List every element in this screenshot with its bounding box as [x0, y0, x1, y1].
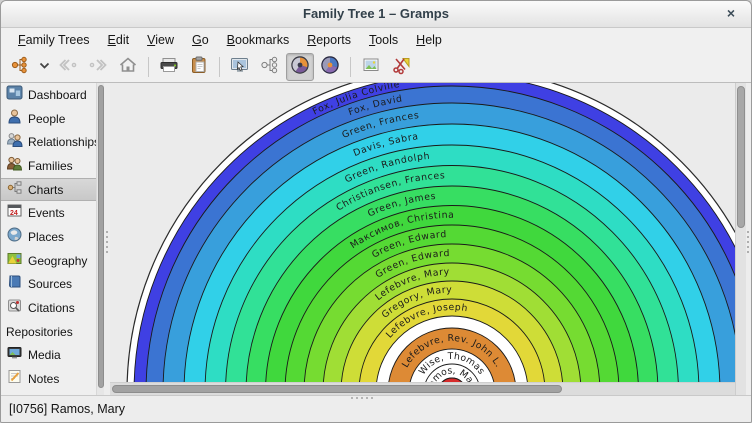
clipboard-button[interactable] [185, 53, 213, 81]
citations-icon [6, 297, 28, 319]
sidebar-item-label: Relationships [28, 135, 96, 149]
svg-text:24: 24 [10, 210, 18, 217]
gramps-window: Family Tree 1 – Gramps × Family TreesEdi… [0, 0, 752, 423]
toolbar-separator [219, 57, 220, 77]
home-button[interactable] [114, 53, 142, 81]
people-icon [6, 108, 28, 130]
statusbar-grip[interactable] [351, 397, 376, 399]
home-icon [118, 55, 138, 80]
sidebar-item-label: Media [28, 348, 61, 362]
events-icon: 24 [6, 202, 28, 224]
sidebar-item-places[interactable]: Places [1, 225, 96, 249]
menu-view[interactable]: View [138, 28, 183, 52]
menu-bookmarks[interactable]: Bookmarks [218, 28, 299, 52]
menu-family-trees[interactable]: Family Trees [9, 28, 99, 52]
sidebar-item-label: Repositories [6, 325, 73, 339]
sidebar-item-geography[interactable]: Geography [1, 249, 96, 273]
image-icon [361, 55, 381, 80]
menu-edit[interactable]: Edit [99, 28, 139, 52]
sidebar-item-label: People [28, 112, 65, 126]
menu-reports[interactable]: Reports [298, 28, 360, 52]
sources-icon [6, 273, 28, 295]
splitter-grip[interactable] [106, 231, 108, 256]
menu-go[interactable]: Go [183, 28, 218, 52]
nav-back-icon [58, 55, 78, 80]
sidebar-item-citations[interactable]: Citations [1, 296, 96, 320]
horizontal-scrollbar-thumb[interactable] [112, 385, 562, 393]
right-splitter-grip[interactable] [747, 231, 749, 256]
sidebar-item-charts[interactable]: Charts [1, 178, 96, 202]
notes-icon [6, 368, 28, 390]
sidebar-item-families[interactable]: Families [1, 154, 96, 178]
sidebar-item-repositories[interactable]: Repositories [1, 320, 96, 344]
toolbar [1, 52, 751, 83]
charts-icon [6, 179, 28, 201]
relationships-icon [6, 131, 28, 153]
cut-button[interactable] [387, 53, 415, 81]
pedigree-view-icon [259, 55, 281, 80]
sidebar-item-label: Citations [28, 301, 75, 315]
vertical-scrollbar-thumb[interactable] [737, 86, 745, 228]
sidebar-item-events[interactable]: 24 Events [1, 201, 96, 225]
pedigree-view-button[interactable] [256, 53, 284, 81]
nav-forward-icon [88, 55, 108, 80]
dashboard-icon [6, 84, 28, 106]
gramps-tree-icon [10, 55, 30, 80]
fan-chart-canvas[interactable]: Ramos, MaryWise, ThomasLefebvre, Rev. Jo… [110, 83, 735, 382]
sidebar-item-label: Dashboard [28, 88, 87, 102]
media-icon [6, 344, 28, 366]
sidebar-item-people[interactable]: People [1, 107, 96, 131]
toolbar-separator [350, 57, 351, 77]
sidebar-item-label: Charts [28, 183, 63, 197]
fan-chart-svg: Ramos, MaryWise, ThomasLefebvre, Rev. Jo… [110, 83, 735, 382]
sidebar-item-sources[interactable]: Sources [1, 273, 96, 297]
titlebar: Family Tree 1 – Gramps × [1, 1, 751, 28]
print-button[interactable] [155, 53, 183, 81]
menu-tools[interactable]: Tools [360, 28, 407, 52]
menu-help[interactable]: Help [407, 28, 451, 52]
forward-button[interactable] [84, 53, 112, 81]
sidebar-item-label: Events [28, 206, 65, 220]
cut-icon [391, 55, 411, 80]
sidebar-item-label: Geography [28, 254, 87, 268]
sidebar-scrollbar-thumb[interactable] [98, 85, 104, 388]
sidebar-item-notes[interactable]: Notes [1, 367, 96, 391]
back-button[interactable] [54, 53, 82, 81]
category-sidebar: Dashboard People Relationships Families … [1, 83, 96, 395]
geography-icon [6, 250, 28, 272]
sidebar-item-label: Places [28, 230, 64, 244]
view-config-icon [229, 55, 251, 80]
fanchart-full-view-icon [320, 55, 340, 80]
families-icon [6, 155, 28, 177]
horizontal-scrollbar[interactable] [110, 382, 735, 395]
status-active-person: [I0756] Ramos, Mary [9, 402, 125, 416]
sidebar-item-dashboard[interactable]: Dashboard [1, 83, 96, 107]
family-trees-button[interactable] [6, 53, 34, 81]
close-button[interactable]: × [719, 1, 743, 27]
menubar: Family TreesEditViewGoBookmarksReportsTo… [1, 28, 751, 52]
sidebar-item-label: Notes [28, 372, 59, 386]
sidebar-item-media[interactable]: Media [1, 344, 96, 368]
clipboard-icon [189, 55, 209, 80]
vertical-scrollbar[interactable] [735, 83, 746, 395]
window-title: Family Tree 1 – Gramps [1, 1, 751, 27]
fanchart-view-icon [290, 55, 310, 80]
family-trees-dropdown[interactable] [36, 53, 52, 81]
places-icon [6, 226, 28, 248]
chart-column: Ramos, MaryWise, ThomasLefebvre, Rev. Jo… [110, 83, 735, 395]
sidebar-item-relationships[interactable]: Relationships [1, 130, 96, 154]
main-body: Dashboard People Relationships Families … [1, 83, 751, 395]
right-sidebar-splitter[interactable] [746, 83, 751, 395]
media-button[interactable] [357, 53, 385, 81]
fanchart-view-button[interactable] [286, 53, 314, 81]
sidebar-item-label: Families [28, 159, 73, 173]
sidebar-scrollbar[interactable] [96, 83, 104, 395]
sidebar-item-label: Sources [28, 277, 72, 291]
fanchart-full-view-button[interactable] [316, 53, 344, 81]
chevron-down-icon [39, 55, 50, 80]
configure-view-button[interactable] [226, 53, 254, 81]
toolbar-separator [148, 57, 149, 77]
print-icon [158, 55, 180, 80]
statusbar: [I0756] Ramos, Mary [1, 395, 751, 423]
